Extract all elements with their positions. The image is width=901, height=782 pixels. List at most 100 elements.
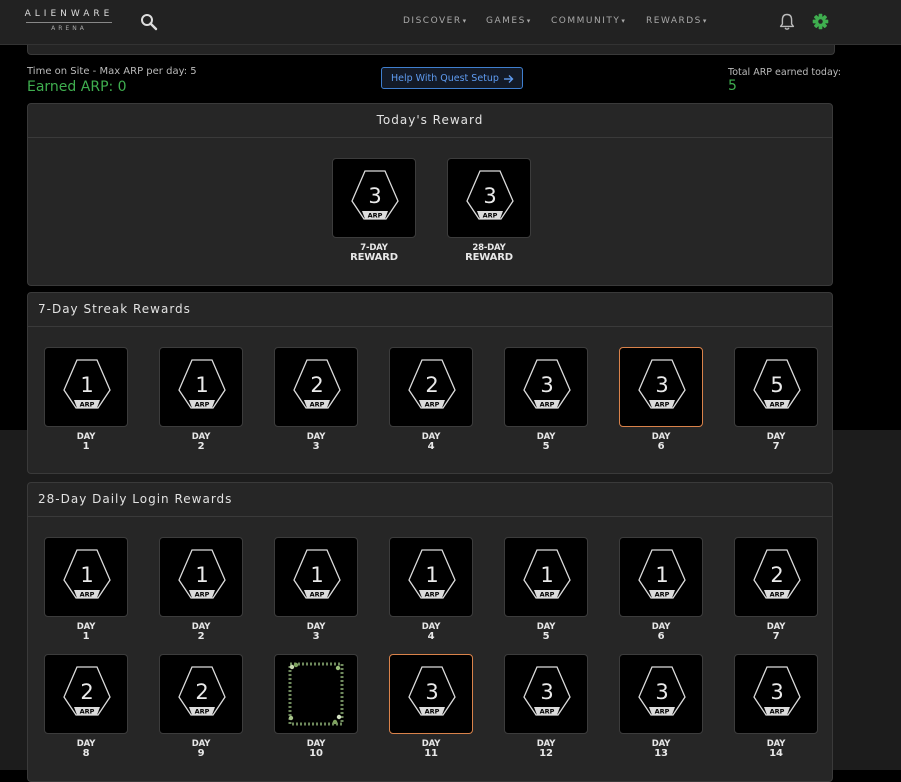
nav-rewards[interactable]: REWARDS▾ — [646, 16, 708, 26]
reward-box[interactable] — [274, 654, 358, 734]
daily-login-day-tile[interactable]: 1 ARP DAY 5 — [504, 537, 588, 642]
reward-caption: 28-DAY REWARD — [447, 244, 531, 263]
todays-reward-tile[interactable]: 3 ARP 7-DAY REWARD — [332, 158, 416, 263]
daily-login-day-tile[interactable]: 3 ARP DAY 14 — [734, 654, 818, 759]
reward-box[interactable]: 1 ARP — [619, 537, 703, 617]
badge-value: 2 — [80, 680, 93, 704]
badge-value: 3 — [655, 373, 668, 397]
reward-box[interactable]: 2 ARP — [159, 654, 243, 734]
badge-value: 3 — [425, 680, 438, 704]
reward-box[interactable]: 3 ARP — [734, 654, 818, 734]
streak-day-tile[interactable]: 1 ARP DAY 2 — [159, 347, 243, 452]
caption-line-2: 7 — [772, 631, 780, 642]
reward-box[interactable]: 2 ARP — [274, 347, 358, 427]
streak-rewards-panel: 7-Day Streak Rewards 1 ARP DAY 1 1 ARP DAY 2 2 AR… — [27, 292, 833, 474]
nav-discover[interactable]: DISCOVER▾ — [403, 16, 468, 26]
daily-login-day-tile[interactable]: 2 ARP DAY 9 — [159, 654, 243, 759]
daily-login-day-tile[interactable]: 1 ARP DAY 4 — [389, 537, 473, 642]
reward-box[interactable]: 1 ARP — [159, 537, 243, 617]
logo-divider — [26, 22, 112, 23]
caption-line-2: 4 — [427, 441, 435, 452]
help-quest-setup-button[interactable]: Help With Quest Setup — [381, 67, 523, 89]
reward-box[interactable]: 1 ARP — [389, 537, 473, 617]
arp-label: ARP — [655, 708, 670, 716]
reward-box[interactable]: 3 ARP — [332, 158, 416, 238]
badge-value: 1 — [80, 563, 93, 587]
daily-login-day-tile[interactable]: 1 ARP DAY 6 — [619, 537, 703, 642]
reward-box[interactable]: 3 ARP — [389, 654, 473, 734]
streak-day-tile[interactable]: 3 ARP DAY 6 — [619, 347, 703, 452]
reward-caption: 7-DAY REWARD — [332, 244, 416, 263]
reward-box[interactable]: 1 ARP — [159, 347, 243, 427]
caption-line-2: 12 — [539, 748, 553, 759]
caption-line-2: 10 — [309, 748, 323, 759]
daily-login-day-tile[interactable]: DAY 10 — [274, 654, 358, 759]
reward-caption: DAY 2 — [159, 433, 243, 452]
arp-badge-icon: 2 ARP — [63, 666, 111, 716]
badge-value: 3 — [540, 373, 553, 397]
daily-login-day-tile[interactable]: 2 ARP DAY 8 — [44, 654, 128, 759]
chevron-down-icon: ▾ — [462, 17, 468, 25]
reward-caption: DAY 5 — [504, 623, 588, 642]
caption-line-2: 2 — [197, 441, 205, 452]
caption-line-2: 5 — [542, 441, 550, 452]
arp-badge-icon: 1 ARP — [178, 549, 226, 599]
search-icon[interactable] — [140, 13, 158, 31]
daily-login-day-tile[interactable]: 1 ARP DAY 1 — [44, 537, 128, 642]
badge-value: 1 — [425, 563, 438, 587]
reward-box[interactable]: 1 ARP — [44, 537, 128, 617]
daily-login-day-tile[interactable]: 2 ARP DAY 7 — [734, 537, 818, 642]
reward-box[interactable]: 1 ARP — [504, 537, 588, 617]
arp-badge-icon: 3 ARP — [638, 666, 686, 716]
reward-box[interactable]: 2 ARP — [44, 654, 128, 734]
badge-value: 3 — [540, 680, 553, 704]
reward-box[interactable]: 3 ARP — [504, 654, 588, 734]
gear-icon[interactable] — [812, 13, 829, 30]
daily-login-day-tile[interactable]: 3 ARP DAY 11 — [389, 654, 473, 759]
arp-badge-icon: 3 ARP — [408, 666, 456, 716]
badge-value: 1 — [540, 563, 553, 587]
daily-login-day-tile[interactable]: 1 ARP DAY 3 — [274, 537, 358, 642]
badge-value: 2 — [425, 373, 438, 397]
caption-line-2: 6 — [657, 631, 665, 642]
arp-label: ARP — [80, 401, 95, 409]
reward-box[interactable]: 2 ARP — [734, 537, 818, 617]
caption-line-2: REWARD — [465, 252, 513, 263]
reward-box[interactable]: 3 ARP — [619, 654, 703, 734]
reward-caption: DAY 8 — [44, 740, 128, 759]
special-reward-icon — [288, 662, 344, 726]
arp-badge-icon: 1 ARP — [63, 549, 111, 599]
streak-day-tile[interactable]: 2 ARP DAY 3 — [274, 347, 358, 452]
reward-box[interactable]: 1 ARP — [44, 347, 128, 427]
streak-day-tile[interactable]: 1 ARP DAY 1 — [44, 347, 128, 452]
badge-value: 1 — [195, 563, 208, 587]
reward-box[interactable]: 2 ARP — [389, 347, 473, 427]
daily-login-day-tile[interactable]: 1 ARP DAY 2 — [159, 537, 243, 642]
streak-day-tile[interactable]: 5 ARP DAY 7 — [734, 347, 818, 452]
bell-icon[interactable] — [779, 13, 795, 31]
reward-box[interactable]: 3 ARP — [447, 158, 531, 238]
caption-line-2: 6 — [657, 441, 665, 452]
total-arp-label: Total ARP earned today: — [728, 67, 841, 78]
streak-day-tile[interactable]: 2 ARP DAY 4 — [389, 347, 473, 452]
daily-login-day-tile[interactable]: 3 ARP DAY 13 — [619, 654, 703, 759]
streak-day-tile[interactable]: 3 ARP DAY 5 — [504, 347, 588, 452]
todays-reward-tile[interactable]: 3 ARP 28-DAY REWARD — [447, 158, 531, 263]
nav-games[interactable]: GAMES▾ — [486, 16, 532, 26]
reward-box[interactable]: 5 ARP — [734, 347, 818, 427]
reward-caption: DAY 11 — [389, 740, 473, 759]
arp-label: ARP — [80, 591, 95, 599]
arp-badge-icon: 1 ARP — [523, 549, 571, 599]
alienware-arena-logo[interactable]: ALIENWARE ARENA — [22, 9, 116, 33]
reward-box[interactable]: 1 ARP — [274, 537, 358, 617]
reward-box[interactable]: 3 ARP — [504, 347, 588, 427]
reward-caption: DAY 6 — [619, 623, 703, 642]
caption-line-2: 11 — [424, 748, 438, 759]
nav-community[interactable]: COMMUNITY▾ — [551, 16, 626, 26]
daily-login-day-tile[interactable]: 3 ARP DAY 12 — [504, 654, 588, 759]
reward-box[interactable]: 3 ARP — [619, 347, 703, 427]
arp-label: ARP — [368, 212, 383, 220]
time-on-site-label: Time on Site - Max ARP per day: 5 — [27, 66, 197, 77]
caption-line-2: 13 — [654, 748, 668, 759]
badge-value: 1 — [655, 563, 668, 587]
